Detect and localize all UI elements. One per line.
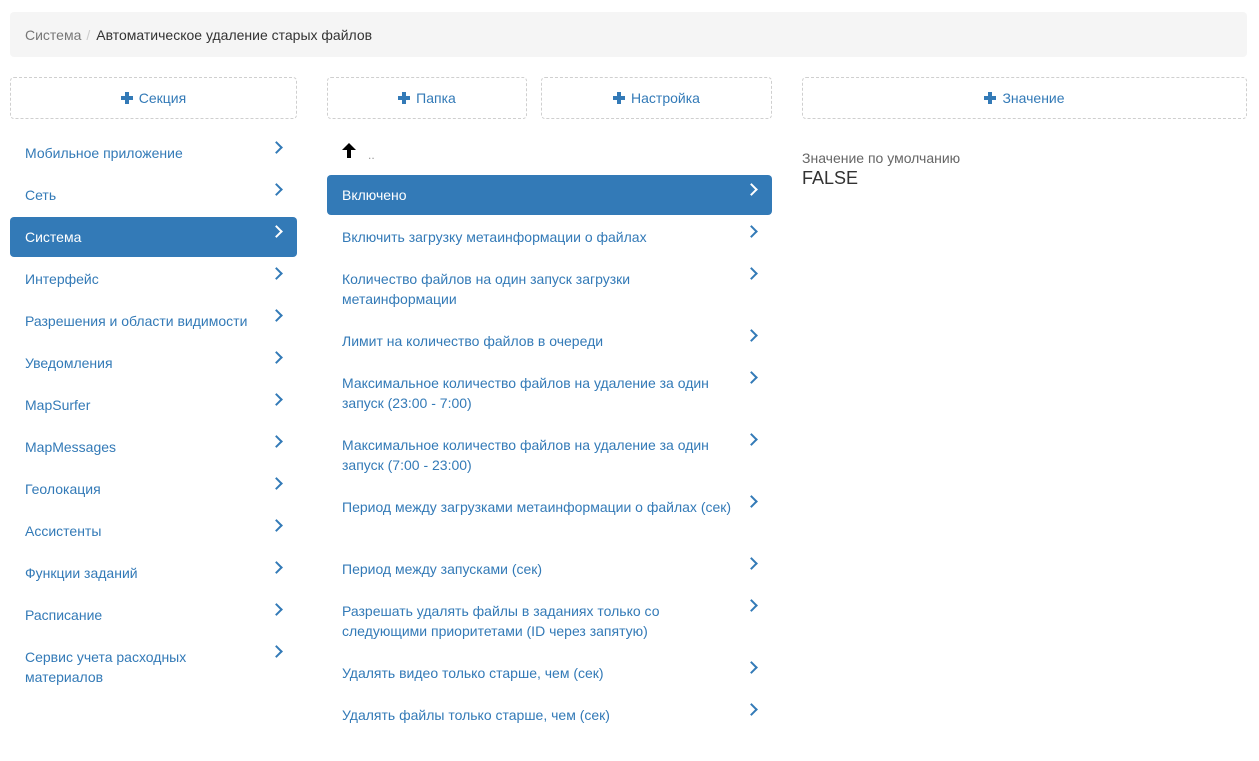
setting-item-label: Удалять файлы только старше, чем (сек) <box>342 707 610 723</box>
chevron-right-icon <box>745 183 758 196</box>
section-item-label: Расписание <box>25 607 103 623</box>
setting-item-max-delete-day[interactable]: Максимальное количество файлов на удален… <box>327 425 772 485</box>
chevron-right-icon <box>270 351 283 364</box>
add-section-label: Секция <box>138 90 187 106</box>
default-value-label: Значение по умолчанию <box>802 150 961 166</box>
parent-folder-link[interactable]: .. <box>342 142 375 162</box>
section-item-label: MapSurfer <box>25 397 91 413</box>
section-item-label: Система <box>25 229 82 245</box>
section-item-label: Ассистенты <box>25 523 102 539</box>
section-item-label: MapMessages <box>25 439 117 455</box>
section-item-label: Интерфейс <box>25 271 99 287</box>
plus-icon <box>120 92 133 104</box>
setting-item-label: Количество файлов на один запуск загрузк… <box>342 271 631 307</box>
section-item-label: Геолокация <box>25 481 101 497</box>
section-item-mapmessages[interactable]: MapMessages <box>10 427 297 467</box>
chevron-right-icon <box>270 267 283 280</box>
section-item-interface[interactable]: Интерфейс <box>10 259 297 299</box>
chevron-right-icon <box>270 393 283 406</box>
setting-item-delete-video-older[interactable]: Удалять видео только старше, чем (сек) <box>327 653 772 693</box>
add-value-button[interactable]: Значение <box>802 77 1247 119</box>
section-item-label: Функции заданий <box>25 565 138 581</box>
section-item-permissions[interactable]: Разрешения и области видимости <box>10 301 297 341</box>
section-item-label: Мобильное приложение <box>25 145 183 161</box>
section-item-task-functions[interactable]: Функции заданий <box>10 553 297 593</box>
section-item-mapsurfer[interactable]: MapSurfer <box>10 385 297 425</box>
section-item-label: Сеть <box>25 187 57 203</box>
setting-item-files-per-metadata-run[interactable]: Количество файлов на один запуск загрузк… <box>327 259 772 319</box>
breadcrumb-current: Автоматическое удаление старых файлов <box>96 26 373 43</box>
chevron-right-icon <box>745 329 758 342</box>
chevron-right-icon <box>745 495 758 508</box>
setting-item-enable-metadata-upload[interactable]: Включить загрузку метаинформации о файла… <box>327 217 772 257</box>
add-section-button[interactable]: Секция <box>10 77 297 119</box>
setting-item-label: Максимальное количество файлов на удален… <box>342 375 709 411</box>
sections-list: Мобильное приложение Сеть Система Интерф… <box>10 133 297 699</box>
add-value-label: Значение <box>1002 90 1065 106</box>
arrow-up-icon <box>342 143 356 161</box>
setting-item-label: Удалять видео только старше, чем (сек) <box>342 665 604 681</box>
setting-item-allowed-priorities[interactable]: Разрешать удалять файлы в заданиях тольк… <box>327 591 772 651</box>
section-item-assistants[interactable]: Ассистенты <box>10 511 297 551</box>
section-item-system[interactable]: Система <box>10 217 297 257</box>
breadcrumb-separator: / <box>86 26 91 43</box>
chevron-right-icon <box>745 433 758 446</box>
setting-item-queue-limit[interactable]: Лимит на количество файлов в очереди <box>327 321 772 361</box>
chevron-right-icon <box>270 645 283 658</box>
plus-icon <box>984 92 997 104</box>
chevron-right-icon <box>270 519 283 532</box>
chevron-right-icon <box>270 141 283 154</box>
setting-item-label: Период между запусками (сек) <box>342 561 543 577</box>
chevron-right-icon <box>270 435 283 448</box>
setting-item-label: Лимит на количество файлов в очереди <box>342 333 604 349</box>
setting-item-delete-files-older[interactable]: Удалять файлы только старше, чем (сек) <box>327 695 772 735</box>
chevron-right-icon <box>270 309 283 322</box>
section-item-label: Сервис учета расходных материалов <box>25 649 187 685</box>
breadcrumb-parent-link[interactable]: Система <box>25 27 81 43</box>
settings-list: Включено Включить загрузку метаинформаци… <box>327 175 772 737</box>
value-panel: Значение по умолчанию FALSE <box>802 150 960 189</box>
chevron-right-icon <box>270 477 283 490</box>
section-item-consumables[interactable]: Сервис учета расходных материалов <box>10 637 297 697</box>
setting-item-enabled[interactable]: Включено <box>327 175 772 215</box>
parent-folder-label: .. <box>368 148 375 162</box>
section-item-notifications[interactable]: Уведомления <box>10 343 297 383</box>
setting-item-label: Период между загрузками метаинформации о… <box>342 499 732 515</box>
chevron-right-icon <box>745 371 758 384</box>
setting-item-label: Включено <box>342 187 407 203</box>
plus-icon <box>398 92 411 104</box>
breadcrumb: Система / Автоматическое удаление старых… <box>10 12 1247 57</box>
setting-item-label: Максимальное количество файлов на удален… <box>342 437 709 473</box>
section-item-schedule[interactable]: Расписание <box>10 595 297 635</box>
add-folder-label: Папка <box>416 90 456 106</box>
section-item-label: Уведомления <box>25 355 113 371</box>
chevron-right-icon <box>745 599 758 612</box>
add-setting-button[interactable]: Настройка <box>541 77 772 119</box>
setting-item-metadata-upload-period[interactable]: Период между загрузками метаинформации о… <box>327 487 772 547</box>
chevron-right-icon <box>270 183 283 196</box>
default-value: FALSE <box>802 168 859 188</box>
add-setting-label: Настройка <box>631 90 700 106</box>
chevron-right-icon <box>745 557 758 570</box>
chevron-right-icon <box>270 561 283 574</box>
chevron-right-icon <box>745 267 758 280</box>
plus-icon <box>613 92 626 104</box>
section-item-network[interactable]: Сеть <box>10 175 297 215</box>
chevron-right-icon <box>745 703 758 716</box>
add-folder-button[interactable]: Папка <box>327 77 527 119</box>
section-item-mobile-app[interactable]: Мобильное приложение <box>10 133 297 173</box>
chevron-right-icon <box>745 661 758 674</box>
chevron-right-icon <box>745 225 758 238</box>
setting-item-run-period[interactable]: Период между запусками (сек) <box>327 549 772 589</box>
chevron-right-icon <box>270 603 283 616</box>
setting-item-max-delete-night[interactable]: Максимальное количество файлов на удален… <box>327 363 772 423</box>
section-item-geolocation[interactable]: Геолокация <box>10 469 297 509</box>
setting-item-label: Включить загрузку метаинформации о файла… <box>342 229 647 245</box>
chevron-right-icon <box>270 225 283 238</box>
section-item-label: Разрешения и области видимости <box>25 313 248 329</box>
setting-item-label: Разрешать удалять файлы в заданиях тольк… <box>342 603 660 639</box>
